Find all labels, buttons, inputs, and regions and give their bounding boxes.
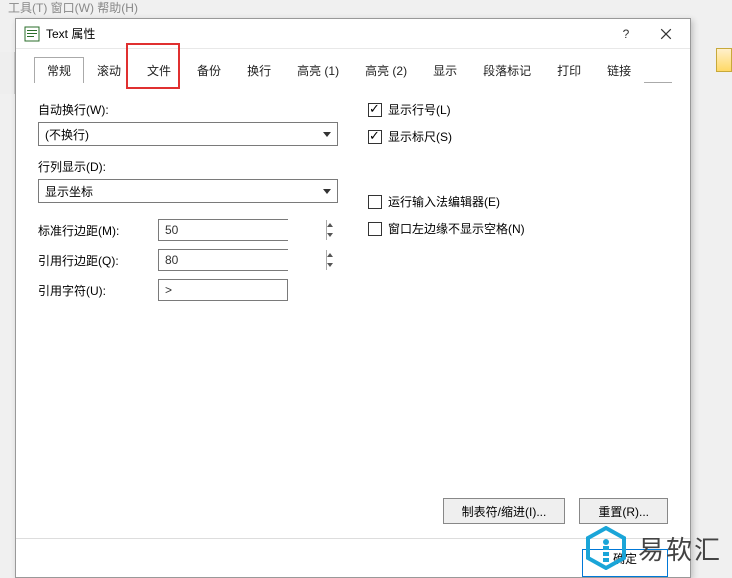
watermark-brand: 易软汇 (584, 526, 722, 570)
titlebar: Text 属性 ? (16, 19, 690, 49)
spin-down-icon[interactable] (327, 260, 333, 270)
tab-content-general: 自动换行(W): (不换行) 行列显示(D): 显示坐标 标准行边距(M): 引… (16, 83, 690, 490)
tab-paragraph[interactable]: 段落标记 (470, 57, 544, 83)
text-properties-dialog: Text 属性 ? 常规 滚动 文件 备份 换行 高亮 (1) 高亮 (2) 显… (15, 18, 691, 578)
std-margin-label: 标准行边距(M): (38, 222, 158, 239)
quote-margin-label: 引用行边距(Q): (38, 252, 158, 269)
left-column: 自动换行(W): (不换行) 行列显示(D): 显示坐标 标准行边距(M): 引… (38, 101, 358, 472)
quote-char-label: 引用字符(U): (38, 282, 158, 299)
rowcol-value: 显示坐标 (45, 183, 93, 200)
show-line-no-checkbox[interactable] (368, 103, 382, 117)
tab-file[interactable]: 文件 (134, 57, 184, 83)
quote-margin-input[interactable] (159, 250, 326, 270)
tab-general[interactable]: 常规 (34, 57, 84, 83)
tab-display[interactable]: 显示 (420, 57, 470, 83)
auto-wrap-value: (不换行) (45, 126, 89, 143)
run-ime-label: 运行输入法编辑器(E) (388, 193, 500, 210)
spin-down-icon[interactable] (327, 230, 333, 240)
help-button[interactable]: ? (606, 20, 646, 48)
spin-up-icon[interactable] (327, 220, 333, 230)
tab-link[interactable]: 链接 (594, 57, 644, 83)
tab-bar: 常规 滚动 文件 备份 换行 高亮 (1) 高亮 (2) 显示 段落标记 打印 … (16, 49, 690, 83)
tab-backup[interactable]: 备份 (184, 57, 234, 83)
right-column: 显示行号(L) 显示标尺(S) 运行输入法编辑器(E) 窗口左边缘不显示空格(N… (358, 101, 668, 472)
brand-text: 易软汇 (638, 530, 722, 567)
toolbar-fragment (0, 52, 15, 94)
std-margin-input[interactable] (159, 220, 326, 240)
parent-menu-fragment: 工具(T) 窗口(W) 帮助(H) (0, 0, 732, 18)
reset-button[interactable]: 重置(R)... (579, 498, 668, 524)
tab-highlight2[interactable]: 高亮 (2) (352, 57, 420, 83)
dialog-title: Text 属性 (46, 25, 606, 42)
close-icon (660, 28, 672, 40)
close-button[interactable] (646, 20, 686, 48)
tab-print[interactable]: 打印 (544, 57, 594, 83)
tab-highlight1[interactable]: 高亮 (1) (284, 57, 352, 83)
run-ime-checkbox[interactable] (368, 195, 382, 209)
quote-char-input[interactable] (158, 279, 288, 301)
show-line-no-label: 显示行号(L) (388, 101, 451, 118)
tab-indent-button[interactable]: 制表符/缩进(I)... (443, 498, 566, 524)
hide-left-spaces-label: 窗口左边缘不显示空格(N) (388, 220, 525, 237)
app-icon (24, 26, 40, 42)
rowcol-label: 行列显示(D): (38, 158, 358, 175)
tab-wrap[interactable]: 换行 (234, 57, 284, 83)
show-ruler-label: 显示标尺(S) (388, 128, 452, 145)
std-margin-spinner[interactable] (158, 219, 288, 241)
ruler-fragment (716, 48, 732, 72)
auto-wrap-label: 自动换行(W): (38, 101, 358, 118)
show-ruler-checkbox[interactable] (368, 130, 382, 144)
rowcol-select[interactable]: 显示坐标 (38, 179, 338, 203)
brand-icon (584, 526, 628, 570)
spin-up-icon[interactable] (327, 250, 333, 260)
auto-wrap-select[interactable]: (不换行) (38, 122, 338, 146)
tab-scroll[interactable]: 滚动 (84, 57, 134, 83)
hide-left-spaces-checkbox[interactable] (368, 222, 382, 236)
quote-margin-spinner[interactable] (158, 249, 288, 271)
